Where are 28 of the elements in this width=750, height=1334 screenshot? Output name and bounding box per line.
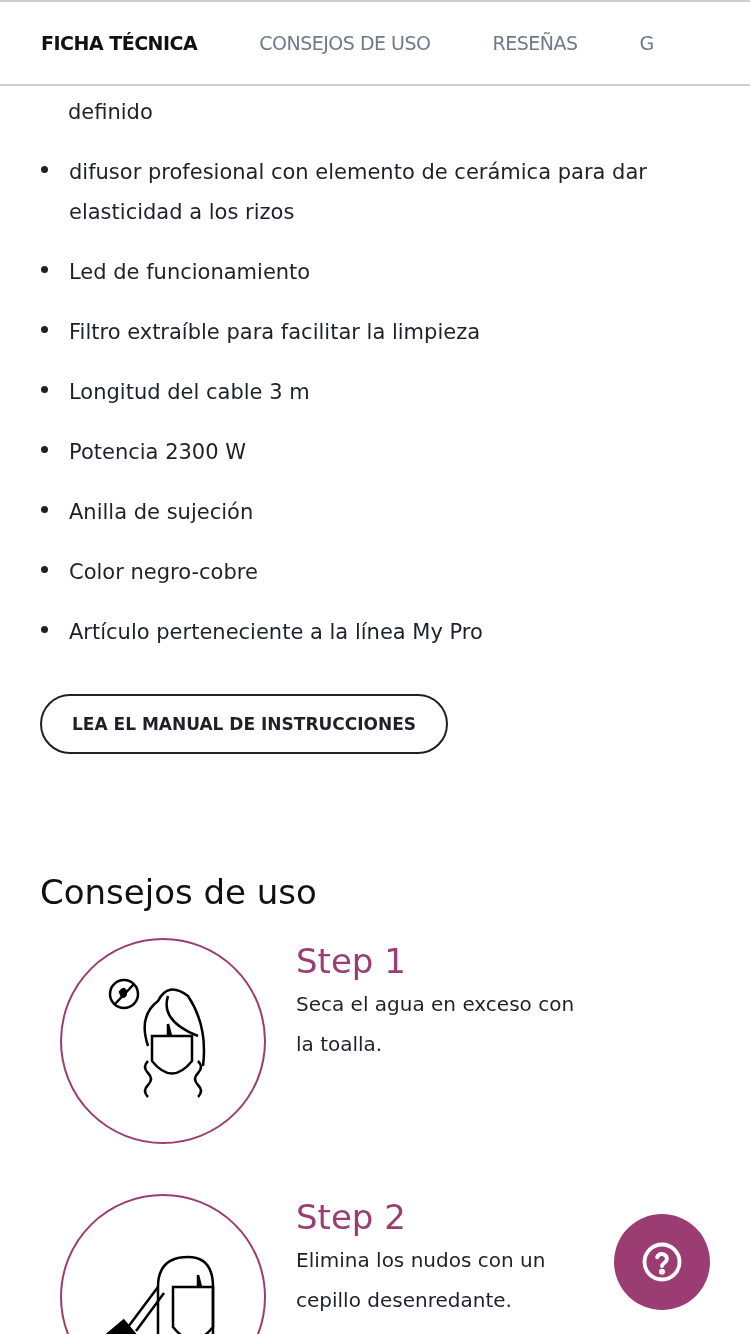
feature-text: Filtro extraíble para facilitar la limpieza	[69, 319, 481, 346]
feature-text: Longitud del cable 3 m	[69, 379, 310, 406]
feature-text: Led de funcionamiento	[69, 259, 311, 286]
bullet-icon	[41, 266, 48, 273]
manual-button[interactable]: LEA EL MANUAL DE INSTRUCCIONES	[40, 694, 449, 754]
section-tab[interactable]: RESEÑAS	[492, 32, 578, 54]
bullet-icon	[41, 326, 48, 333]
bullet-icon	[41, 626, 48, 633]
section-tab[interactable]: G	[639, 32, 654, 54]
bullet-icon	[41, 566, 48, 573]
section-tab[interactable]: FICHA TÉCNICA	[41, 32, 198, 54]
feature-text: Potencia 2300 W	[69, 439, 247, 466]
bullet-icon	[41, 386, 48, 393]
help-icon	[641, 1241, 683, 1283]
bullet-icon	[41, 166, 48, 173]
step-text: Elimina los nudos con un cepillo desenredante.	[296, 1247, 547, 1314]
section-heading: Consejos de uso	[40, 872, 318, 912]
section-tab[interactable]: CONSEJOS DE USO	[259, 32, 431, 54]
step-title: Step 1	[296, 940, 407, 983]
feature-text: Color negro-cobre	[69, 559, 258, 586]
feature-text: Anilla de sujeción	[69, 499, 254, 526]
list-text: definido	[67, 99, 154, 126]
feature-text: Artículo perteneciente a la línea My Pro	[69, 619, 483, 646]
bullet-icon	[41, 446, 48, 453]
step-text: Seca el agua en exceso con la toalla.	[296, 991, 576, 1058]
bullet-icon	[41, 506, 48, 513]
feature-text: difusor profesional con elemento de cerámica para dar elasticidad a los rizos	[69, 159, 648, 226]
step-title: Step 2	[296, 1196, 407, 1239]
